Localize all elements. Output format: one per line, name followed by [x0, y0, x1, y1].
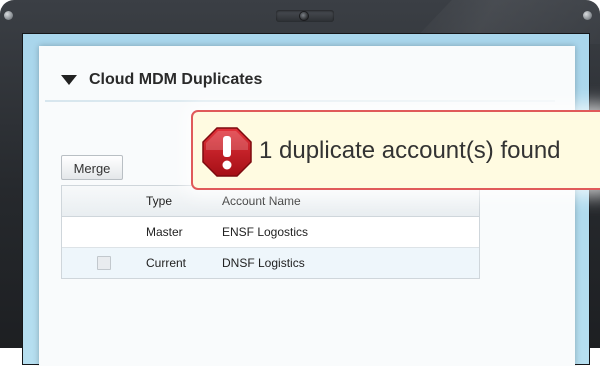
camera-bar — [276, 10, 334, 22]
row-account-name: ENSF Logostics — [222, 225, 309, 239]
merge-button[interactable]: Merge — [61, 155, 123, 180]
header-divider — [45, 100, 555, 102]
row-type: Master — [146, 225, 183, 239]
frame-screw-left — [4, 11, 13, 20]
table-header-row: Type Account Name — [62, 186, 479, 217]
screen: Cloud MDM Duplicates Merge Type Account … — [22, 33, 590, 366]
exclamation-icon — [202, 127, 252, 177]
duplicates-table: Type Account Name Master ENSF Logostics … — [61, 185, 480, 279]
camera-icon — [300, 12, 308, 20]
table-row[interactable]: Master ENSF Logostics — [62, 217, 479, 248]
collapse-triangle-icon[interactable] — [61, 75, 77, 85]
frame-screw-right — [583, 11, 592, 20]
table-row[interactable]: Current DNSF Logistics — [62, 248, 479, 278]
duplicate-alert: 1 duplicate account(s) found — [191, 110, 600, 190]
alert-message: 1 duplicate account(s) found — [259, 137, 561, 164]
column-header-account-name[interactable]: Account Name — [222, 194, 479, 208]
duplicates-panel: Cloud MDM Duplicates Merge Type Account … — [39, 46, 575, 366]
row-select-cell — [62, 256, 146, 270]
row-type: Current — [146, 256, 187, 270]
page-title: Cloud MDM Duplicates — [89, 71, 263, 88]
column-header-type[interactable]: Type — [146, 194, 222, 208]
row-checkbox[interactable] — [97, 256, 111, 270]
row-account-name: DNSF Logistics — [222, 256, 305, 270]
section-header[interactable]: Cloud MDM Duplicates — [61, 68, 262, 92]
